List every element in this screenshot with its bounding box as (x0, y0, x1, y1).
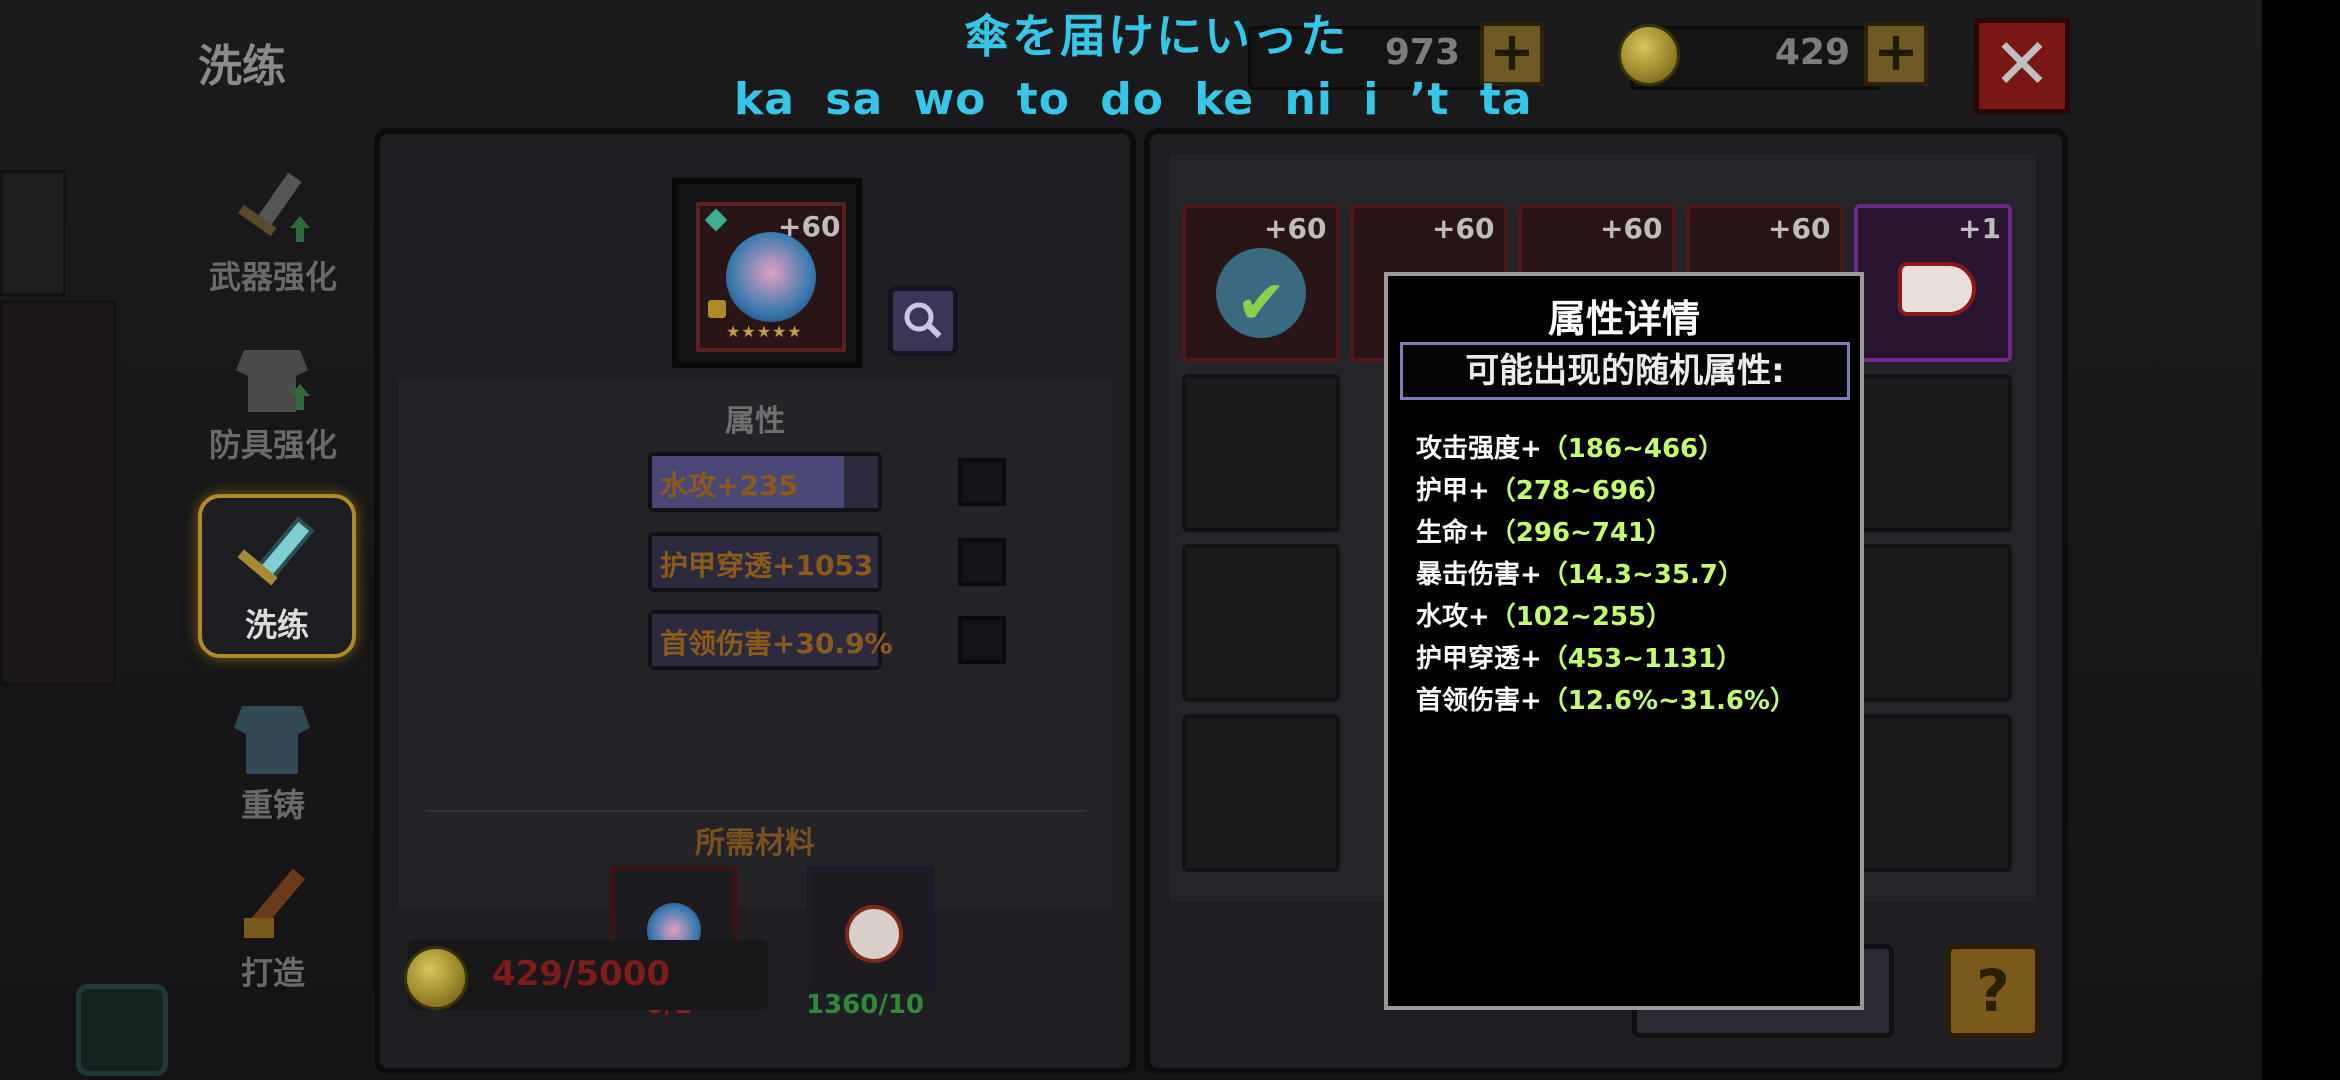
equipped-check-icon: ✔ (1236, 268, 1287, 338)
property-line: 攻击强度+（186~466） (1416, 428, 1724, 465)
stat-lock-checkbox[interactable] (958, 538, 1006, 586)
close-button[interactable]: ✕ (1974, 18, 2070, 114)
nav-weapon-upgrade[interactable]: 武器强化 (198, 150, 348, 300)
property-range: （12.6%~31.6%） (1541, 686, 1796, 716)
recast-armor-icon (234, 706, 310, 774)
property-range: （296~741） (1489, 518, 1673, 548)
property-name: 护甲+ (1416, 476, 1490, 506)
selected-item-slot[interactable]: +60 ★★★★★ (672, 178, 862, 368)
item-level: +60 (1264, 212, 1327, 245)
property-range: （186~466） (1541, 434, 1725, 464)
attributes-section: 属性 水攻+235 护甲穿透+1053 首领伤害+30.9% 所需材料 0/1 … (398, 378, 1112, 1020)
add-gold-button[interactable]: + (1864, 22, 1928, 86)
refine-item-panel: +60 ★★★★★ 属性 水攻+235 护甲穿透+1053 首领伤害+30.9% (374, 128, 1136, 1074)
stat-bar: 水攻+235 (648, 452, 882, 512)
item-level: +60 (1768, 212, 1831, 245)
nav-armor-upgrade[interactable]: 防具强化 (198, 318, 348, 468)
refine-orb-icon (726, 232, 816, 322)
background-tile (0, 300, 116, 686)
lyric-subtitle-romaji: ka sa wo to do ke ni i ’t ta (734, 74, 1533, 125)
section-divider (426, 810, 1086, 812)
equipment-slot[interactable]: +60 ✔ (1182, 204, 1340, 362)
item-level: +60 (1600, 212, 1663, 245)
material-count: 1360/10 (805, 990, 925, 1020)
popup-subtitle: 可能出现的随机属性: (1400, 342, 1850, 400)
property-line: 生命+（296~741） (1416, 512, 1672, 549)
property-name: 水攻+ (1416, 602, 1490, 632)
stat-text: 水攻+235 (660, 469, 798, 502)
forge-hammer-icon (244, 868, 306, 938)
sword-upgrade-icon (238, 172, 310, 242)
refine-stone-icon (845, 905, 903, 963)
gold-cost: 429/5000 (404, 940, 768, 1010)
item-frame: +60 ★★★★★ (696, 202, 846, 352)
nav-label: 打造 (240, 954, 305, 992)
gem-icon (704, 208, 728, 232)
horn-icon (1898, 262, 1976, 316)
materials-title: 所需材料 (695, 826, 815, 861)
stat-bar: 护甲穿透+1053 (648, 532, 882, 592)
stat-lock-checkbox[interactable] (958, 616, 1006, 664)
property-line: 暴击伤害+（14.3~35.7） (1416, 554, 1744, 591)
item-level: +60 (778, 210, 841, 243)
property-range: （453~1131） (1541, 644, 1743, 674)
gold-cost-value: 429/5000 (492, 954, 671, 994)
attribute-details-popup: 属性详情 可能出现的随机属性: 攻击强度+（186~466） 护甲+（278~6… (1384, 272, 1864, 1010)
attributes-title: 属性 (725, 404, 785, 439)
nav-label: 重铸 (240, 786, 305, 824)
property-name: 暴击伤害+ (1416, 560, 1542, 590)
gold-coin-icon (1618, 24, 1680, 86)
property-line: 护甲+（278~696） (1416, 470, 1672, 507)
help-button[interactable]: ? (1946, 944, 2040, 1038)
stat-text: 首领伤害+30.9% (660, 627, 893, 660)
page-title: 洗练 (198, 41, 286, 92)
nav-label: 洗练 (244, 606, 309, 644)
equipment-slot[interactable]: +1 (1854, 204, 2012, 362)
nav-label: 武器强化 (208, 258, 337, 296)
armor-upgrade-icon (236, 350, 310, 412)
empty-slot[interactable] (1182, 714, 1340, 872)
nav-recast[interactable]: 重铸 (198, 678, 348, 828)
recycle-icon[interactable] (76, 984, 168, 1076)
property-name: 首领伤害+ (1416, 686, 1542, 716)
refine-sword-icon (237, 516, 315, 586)
item-stars: ★★★★★ (726, 322, 803, 341)
stat-text: 护甲穿透+1053 (660, 549, 874, 582)
property-line: 水攻+（102~255） (1416, 596, 1672, 633)
lock-icon (708, 300, 726, 318)
nav-label: 防具强化 (208, 426, 337, 464)
nav-forge[interactable]: 打造 (198, 846, 348, 996)
property-range: （278~696） (1489, 476, 1673, 506)
item-level: +1 (1958, 212, 2001, 245)
empty-slot[interactable] (1854, 714, 2012, 872)
stat-lock-checkbox[interactable] (958, 458, 1006, 506)
property-line: 首领伤害+（12.6%~31.6%） (1416, 680, 1796, 717)
screen-edge-strip (2262, 0, 2340, 1080)
magnify-button[interactable] (888, 286, 958, 356)
empty-slot[interactable] (1182, 374, 1340, 532)
property-range: （102~255） (1489, 602, 1673, 632)
item-level: +60 (1432, 212, 1495, 245)
property-name: 护甲穿透+ (1416, 644, 1542, 674)
property-range: （14.3~35.7） (1541, 560, 1744, 590)
property-name: 攻击强度+ (1416, 434, 1542, 464)
lyric-subtitle-japanese: 傘を届けにいった (964, 9, 1348, 63)
property-line: 护甲穿透+（453~1131） (1416, 638, 1742, 675)
background-tile (0, 170, 66, 296)
gold-coin-icon (404, 946, 468, 1010)
nav-refine[interactable]: 洗练 (198, 494, 356, 658)
gold-value: 429 (1774, 32, 1850, 73)
magnify-icon (904, 302, 942, 339)
stat-bar: 首领伤害+30.9% (648, 610, 893, 670)
material-slot[interactable] (806, 866, 934, 994)
popup-title: 属性详情 (1547, 297, 1700, 341)
empty-slot[interactable] (1854, 374, 2012, 532)
empty-slot[interactable] (1182, 544, 1340, 702)
empty-slot[interactable] (1854, 544, 2012, 702)
property-name: 生命+ (1416, 518, 1490, 548)
